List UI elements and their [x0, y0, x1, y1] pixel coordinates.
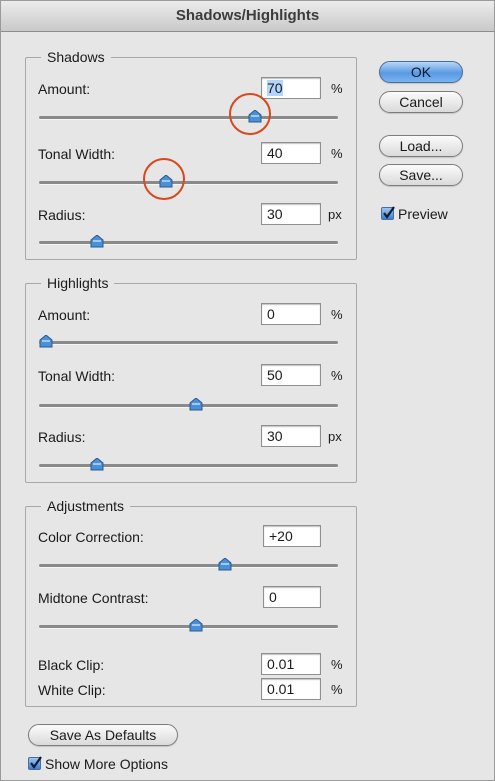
checkmark-icon — [30, 756, 42, 769]
slider-thumb-icon[interactable] — [39, 335, 53, 348]
amount-highlight-ring — [229, 93, 271, 135]
slider-thumb-icon[interactable] — [218, 558, 232, 571]
cancel-button[interactable]: Cancel — [379, 91, 463, 113]
shadows-amount-label: Amount: — [38, 81, 91, 97]
save-button[interactable]: Save... — [379, 164, 463, 186]
midtone-contrast-label: Midtone Contrast: — [38, 590, 149, 606]
shadows-tonal-width-unit: % — [331, 146, 343, 161]
black-clip-input[interactable]: 0.01 — [261, 653, 321, 675]
highlights-amount-unit: % — [331, 307, 343, 322]
shadows-radius-input[interactable]: 30 — [261, 203, 321, 225]
load-button[interactable]: Load... — [379, 135, 463, 157]
highlights-tonal-width-slider[interactable] — [39, 398, 338, 411]
highlights-radius-unit: px — [328, 429, 342, 444]
highlights-amount-slider[interactable] — [39, 335, 338, 348]
highlights-tonal-width-label: Tonal Width: — [38, 368, 116, 384]
slider-thumb-icon[interactable] — [189, 398, 203, 411]
shadows-radius-unit: px — [328, 207, 342, 222]
slider-thumb-icon[interactable] — [90, 235, 104, 248]
shadows-tonal-width-input[interactable]: 40 — [261, 142, 321, 164]
shadows-amount-input[interactable]: 70 — [261, 77, 321, 99]
white-clip-unit: % — [331, 682, 343, 697]
black-clip-label: Black Clip: — [38, 657, 105, 673]
shadows-radius-slider[interactable] — [39, 235, 338, 248]
shadows-tonal-width-label: Tonal Width: — [38, 146, 116, 162]
preview-checkbox[interactable] — [381, 206, 395, 220]
black-clip-unit: % — [331, 657, 343, 672]
white-clip-label: White Clip: — [38, 682, 106, 698]
highlights-tonal-width-unit: % — [331, 368, 343, 383]
highlights-radius-input[interactable]: 30 — [261, 425, 321, 447]
highlights-radius-slider[interactable] — [39, 458, 338, 471]
color-correction-label: Color Correction: — [38, 529, 144, 545]
show-more-options-checkbox[interactable] — [28, 756, 42, 770]
shadows-legend: Shadows — [41, 49, 111, 65]
window-title: Shadows/Highlights — [1, 1, 494, 32]
preview-label: Preview — [398, 206, 448, 222]
midtone-contrast-slider[interactable] — [39, 619, 338, 632]
shadows-tonal-width-slider[interactable] — [39, 175, 338, 188]
slider-thumb-icon[interactable] — [90, 458, 104, 471]
white-clip-input[interactable]: 0.01 — [261, 678, 321, 700]
save-as-defaults-button[interactable]: Save As Defaults — [28, 724, 178, 746]
shadows-amount-unit: % — [331, 81, 343, 96]
shadows-amount-slider[interactable] — [39, 110, 338, 123]
highlights-amount-input[interactable]: 0 — [261, 303, 321, 325]
color-correction-slider[interactable] — [39, 558, 338, 571]
show-more-options-label: Show More Options — [45, 756, 168, 772]
slider-thumb-icon[interactable] — [189, 619, 203, 632]
dialog-window: Shadows/Highlights Shadows Amount: 70 % … — [0, 0, 495, 781]
highlights-radius-label: Radius: — [38, 429, 86, 445]
adjustments-legend: Adjustments — [41, 498, 131, 514]
highlights-tonal-width-input[interactable]: 50 — [261, 364, 321, 386]
highlights-amount-label: Amount: — [38, 307, 91, 323]
color-correction-input[interactable]: +20 — [263, 525, 321, 547]
tonal-width-highlight-ring — [143, 158, 185, 200]
ok-button[interactable]: OK — [379, 61, 463, 83]
highlights-legend: Highlights — [41, 275, 115, 291]
shadows-radius-label: Radius: — [38, 207, 86, 223]
checkmark-icon — [383, 206, 395, 219]
midtone-contrast-input[interactable]: 0 — [263, 586, 321, 608]
